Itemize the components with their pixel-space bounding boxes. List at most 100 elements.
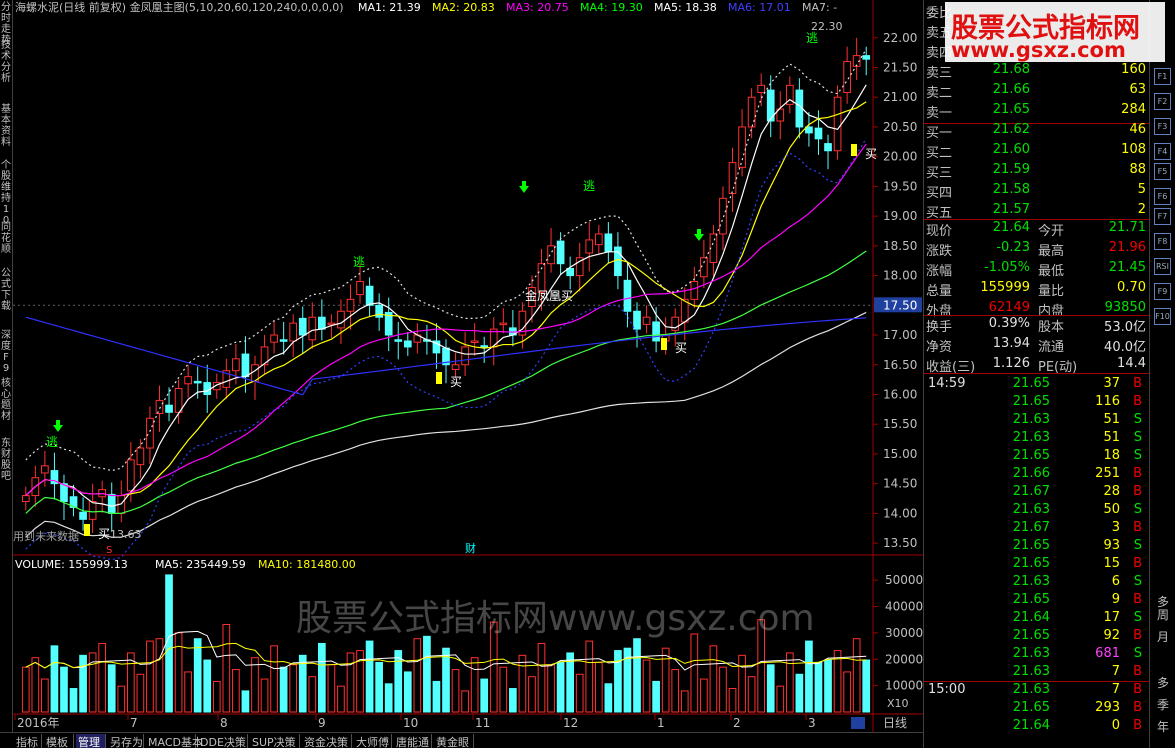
candle-body xyxy=(146,417,154,449)
volume-bar xyxy=(222,623,231,713)
tool-icon[interactable]: F4 xyxy=(1154,143,1171,160)
volume-unit-label: X10 xyxy=(887,697,909,710)
tick-volume: 18 xyxy=(1103,448,1120,463)
tool-icon[interactable]: F3 xyxy=(1154,118,1171,135)
bid-row: 买三 21.59 88 xyxy=(924,162,1150,181)
tick-row: 15:00 21.63 7 B xyxy=(924,682,1150,700)
candle-body xyxy=(862,55,871,60)
ask-label: 卖一 xyxy=(926,106,953,121)
tick-side: B xyxy=(1133,664,1142,679)
volume-bar xyxy=(795,673,804,713)
stat-label: 最高 xyxy=(1038,244,1065,259)
tool-icon[interactable]: F1 xyxy=(1154,68,1171,85)
stat-label: 换手 xyxy=(926,320,953,335)
tool-icon[interactable]: F9 xyxy=(1154,283,1171,300)
volume-bar xyxy=(432,680,441,713)
tick-price: 21.65 xyxy=(1012,628,1050,643)
price-tick-label: 17.00 xyxy=(883,328,917,342)
stat-value: 21.64 xyxy=(992,220,1030,235)
sidebar-tab[interactable]: 核心题材 xyxy=(0,378,12,422)
tool-icon[interactable]: RSI xyxy=(1154,258,1171,275)
tick-price: 21.67 xyxy=(1012,484,1050,499)
sidebar-tab[interactable]: 深度F9 xyxy=(0,330,12,374)
current-price-tag: 17.50 xyxy=(883,298,917,312)
bottom-tab[interactable]: DDE决策 xyxy=(198,734,248,748)
period-shortcut[interactable]: 年 xyxy=(1156,718,1170,735)
volume-bar xyxy=(203,659,212,713)
tool-icon[interactable]: F7 xyxy=(1154,208,1171,225)
tick-volume: 7 xyxy=(1111,664,1120,679)
tool-icon[interactable]: F2 xyxy=(1154,93,1171,110)
stat-value: -1.05% xyxy=(984,260,1030,275)
sidebar-tab[interactable]: 公式下载 xyxy=(0,268,12,312)
sidebar-tab[interactable]: 基本资料 xyxy=(0,104,12,148)
bottom-tab[interactable]: SUP决策 xyxy=(250,734,300,748)
period-shortcut[interactable]: 周 xyxy=(1156,606,1170,623)
time-tick-label: 2016年 xyxy=(17,716,60,730)
tick-price: 21.65 xyxy=(1012,448,1050,463)
candle-body xyxy=(203,382,212,395)
sidebar-tab[interactable]: 东财股吧 xyxy=(0,438,12,482)
period-shortcut[interactable]: 月 xyxy=(1156,628,1170,645)
candle-body xyxy=(719,197,727,235)
volume-bar xyxy=(174,632,183,713)
bid-row: 买二 21.60 108 xyxy=(924,142,1150,161)
bid-row: 买五 21.57 2 xyxy=(924,202,1150,221)
tick-volume: 3 xyxy=(1111,520,1120,535)
bottom-tab[interactable]: 管理 xyxy=(76,734,106,748)
bid-row: 买四 21.58 5 xyxy=(924,182,1150,201)
time-tick-label: 10 xyxy=(403,716,418,730)
period-shortcut[interactable]: 多 xyxy=(1156,674,1170,691)
kline-chart-svg[interactable]: 海螺水泥(日线 前复权) 金凤凰主图(5,10,20,60,120,240,0,… xyxy=(13,0,923,732)
volume-bar xyxy=(279,666,288,713)
period-shortcut[interactable]: 季 xyxy=(1156,696,1170,713)
price-tick-label: 20.50 xyxy=(883,120,917,134)
stat-value: 155999 xyxy=(980,280,1030,295)
tick-row: 21.64 17 S xyxy=(924,610,1150,628)
volume-ma5-label: MA5: 235449.59 xyxy=(155,558,246,571)
tool-icon[interactable]: F10 xyxy=(1154,308,1171,325)
bottom-tab[interactable]: 另存为 xyxy=(108,734,144,748)
volume-bar xyxy=(98,642,107,713)
time-tick-label: 9 xyxy=(318,716,326,730)
finance-mark: 财 xyxy=(465,541,476,555)
bottom-tab[interactable]: MACD基本 xyxy=(146,734,203,748)
tool-icon[interactable]: F8 xyxy=(1154,233,1171,250)
volume-bar xyxy=(776,685,785,713)
sidebar-tab[interactable]: 个股维持10 xyxy=(0,160,12,226)
price-tick-label: 21.00 xyxy=(883,90,917,104)
tick-row: 21.66 251 B xyxy=(924,466,1150,484)
volume-bar xyxy=(251,657,259,713)
stat-value: 1.126 xyxy=(992,356,1030,371)
bid-label: 买四 xyxy=(926,186,953,201)
bottom-tab[interactable]: 唐能通 xyxy=(394,734,432,748)
tick-side: B xyxy=(1133,520,1142,535)
candle-body xyxy=(403,340,412,348)
tick-price: 21.67 xyxy=(1012,520,1050,535)
bottom-tab[interactable]: 大师傅 xyxy=(354,734,392,748)
tick-volume: 6 xyxy=(1111,574,1120,589)
bottom-tab[interactable]: 黄金眼 xyxy=(434,734,474,748)
sidebar-tab[interactable]: 同花顺 xyxy=(0,222,12,255)
price-tick-label: 21.50 xyxy=(883,61,917,75)
tick-volume: 37 xyxy=(1103,376,1120,391)
tick-side: B xyxy=(1133,394,1142,409)
bottom-tab[interactable]: 资金决策 xyxy=(302,734,352,748)
sidebar-tab[interactable]: 技术分析 xyxy=(0,40,12,84)
stat-value: 53.0亿 xyxy=(1104,320,1146,335)
volume-bar xyxy=(442,647,450,713)
tick-side: B xyxy=(1133,682,1142,697)
bottom-tab[interactable]: 指标 xyxy=(14,734,42,748)
candle-body xyxy=(757,84,766,93)
candle-body xyxy=(270,334,278,343)
tool-icon[interactable]: F5 xyxy=(1154,163,1171,180)
left-tab-strip: 分时走势 技术分析 基本资料 个股维持10 同花顺 公式下载 深度F9 核心题材 东财股吧 xyxy=(0,0,13,732)
kline-chart-area[interactable]: 海螺水泥(日线 前复权) 金凤凰主图(5,10,20,60,120,240,0,… xyxy=(13,0,923,732)
candle-body xyxy=(690,281,699,300)
volume-tick-label: 30000 xyxy=(885,626,923,640)
volume-bar xyxy=(843,671,851,713)
bottom-tab[interactable]: 模板 xyxy=(44,734,74,748)
tool-icon[interactable]: F6 xyxy=(1154,188,1171,205)
down-arrow-stem xyxy=(56,420,60,425)
volume-bar xyxy=(308,676,317,713)
